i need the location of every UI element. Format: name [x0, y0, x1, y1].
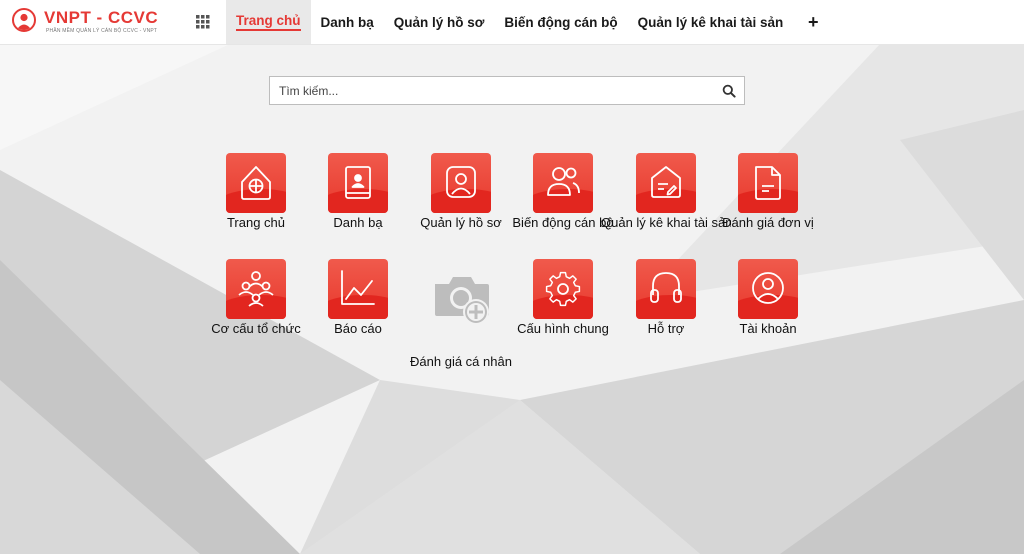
users-icon	[547, 167, 580, 196]
chart-icon	[341, 270, 375, 305]
tile-label: Đánh giá đơn vị	[722, 215, 814, 230]
apps-grid-icon[interactable]	[196, 15, 210, 29]
search-box	[269, 76, 745, 105]
tile-label: Tài khoản	[739, 321, 797, 336]
tile-label: Báo cáo	[334, 321, 382, 336]
nav-item-trang-chu[interactable]: Trang chủ	[226, 0, 311, 44]
settings-icon	[545, 271, 581, 307]
document-icon	[755, 166, 781, 200]
home-icon	[241, 166, 271, 200]
search-input[interactable]	[270, 77, 710, 104]
profile-icon	[446, 166, 476, 198]
nav-item-quan-ly-ho-so[interactable]: Quản lý hồ sơ	[384, 0, 495, 44]
tile-danh-gia-ca-nhan[interactable]: Đánh giá cá nhân	[406, 270, 516, 369]
contacts-book-icon	[345, 166, 371, 199]
nav-item-bien-dong-can-bo[interactable]: Biến động cán bộ	[494, 0, 627, 44]
organization-icon	[238, 271, 274, 307]
account-icon	[752, 272, 784, 304]
nav-item-quan-ly-ke-khai-tai-san[interactable]: Quản lý kê khai tài sản	[628, 0, 794, 44]
declaration-icon	[651, 166, 681, 198]
app-logo[interactable]: VNPT - CCVC PHẦN MỀM QUẢN LÝ CÁN BỘ CCVC…	[12, 7, 172, 39]
headphones-icon	[650, 272, 682, 303]
camera-add-icon	[435, 277, 489, 325]
nav-item-danh-ba[interactable]: Danh bạ	[311, 0, 384, 44]
tile-bao-cao[interactable]: Báo cáo	[303, 259, 413, 349]
tile-tai-khoan[interactable]: Tài khoản	[713, 259, 823, 349]
logo-title: VNPT - CCVC	[44, 8, 159, 27]
nav-add-button[interactable]: +	[793, 0, 833, 44]
tile-label: Đánh giá cá nhân	[410, 354, 512, 369]
main-nav: Trang chủ Danh bạ Quản lý hồ sơ Biến độn…	[226, 0, 833, 44]
logo-avatar-icon	[12, 8, 36, 32]
top-navigation-bar: VNPT - CCVC PHẦN MỀM QUẢN LÝ CÁN BỘ CCVC…	[0, 0, 1024, 45]
tile-danh-gia-don-vi[interactable]: Đánh giá đơn vị	[713, 153, 823, 243]
logo-subtitle: PHẦN MỀM QUẢN LÝ CÁN BỘ CCVC - VNPT	[46, 28, 158, 34]
search-icon[interactable]	[722, 84, 736, 98]
